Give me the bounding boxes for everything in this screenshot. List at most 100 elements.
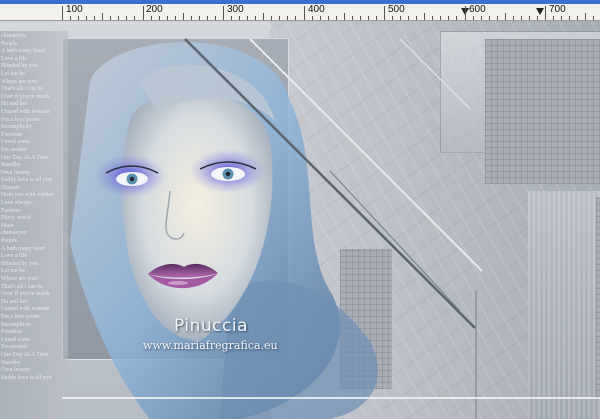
side-text-line: I'm a love poem: [1, 116, 40, 123]
ruler-tick: [199, 16, 200, 20]
ruler-tick: [231, 16, 232, 20]
watermark-name: Pinuccia: [174, 316, 248, 336]
ruler-tick: [529, 16, 530, 20]
ruler-tick: [239, 16, 240, 20]
ruler-tick: [263, 13, 264, 20]
side-text-line: Blinded by you: [1, 63, 38, 70]
side-text-line: Suddy love is all you: [1, 177, 52, 184]
side-text-line: Standby: [1, 359, 21, 366]
side-text-line: Incomplicity: [1, 124, 32, 131]
ruler-tick: [336, 16, 337, 20]
side-text-line: Dizzy world: [1, 215, 31, 222]
ruler-tick: [167, 16, 168, 20]
side-text-line: Over if you're much: [1, 93, 50, 100]
side-text-line: I'm around: [1, 146, 27, 153]
side-text-line: Where are you?: [1, 276, 39, 282]
ruler-tick: [312, 16, 313, 20]
ruler-tick: [577, 16, 578, 20]
side-text-line: Where are you?: [1, 78, 39, 85]
ruler-tick: [400, 16, 401, 20]
side-text-line: Main: [1, 222, 14, 229]
side-text-line: Despair: [1, 184, 20, 191]
side-text-line: Own beauty: [1, 169, 31, 176]
ruler-tick: [143, 6, 144, 20]
horizontal-ruler[interactable]: 100 200 300 400 500 600 700: [0, 4, 600, 21]
side-text-line: Love always: [1, 200, 32, 207]
side-text-line: I need some: [1, 336, 30, 343]
side-text-line: A hath many heart: [1, 48, 46, 55]
side-text-line: One Day At A Time: [1, 351, 49, 358]
side-text-line: Incomplicity: [1, 321, 32, 328]
ruler-tick: [593, 16, 594, 20]
side-text-column: chimaeyez People A hath many heart Love a l…: [0, 31, 68, 419]
ruler-tick: [255, 16, 256, 20]
ruler-tick: [481, 16, 482, 20]
ruler-tick: [126, 16, 127, 20]
ruler-tick: [513, 16, 514, 20]
ruler-tick: [134, 16, 135, 20]
side-text-line: I'm around: [1, 344, 27, 351]
ruler-tick: [585, 13, 586, 20]
ruler-tick: [448, 16, 449, 20]
side-text-line: Ha and her: [1, 298, 28, 305]
ruler-tick: [183, 13, 184, 20]
side-text-line: Blinded by you: [1, 260, 38, 267]
watermark-url: www.mariafregrafica.eu: [143, 339, 278, 352]
side-text-line: That's all i can be: [1, 86, 44, 93]
side-text-line: People: [1, 238, 18, 245]
ruler-position-marker-icon[interactable]: [536, 8, 544, 15]
ruler-tick: [360, 16, 361, 20]
ruler-tick: [344, 13, 345, 20]
side-text-line: Ha and her: [1, 101, 28, 108]
ruler-tick: [424, 13, 425, 20]
side-text-line: Hold you with wishes: [1, 192, 54, 199]
ruler-tick: [521, 16, 522, 20]
image-canvas[interactable]: chimaeyez People A hath many heart Love a l…: [0, 21, 600, 419]
ruler-tick: [352, 16, 353, 20]
side-text-line: Let me be: [1, 70, 25, 77]
ruler-label-300: 300: [227, 4, 244, 15]
ruler-tick: [151, 16, 152, 20]
side-text-line: Suddy love is all you: [1, 374, 52, 381]
ruler-label-200: 200: [146, 4, 163, 15]
ruler-tick: [304, 6, 305, 20]
ruler-label-700: 700: [549, 4, 566, 15]
ruler-tick: [295, 16, 296, 20]
ruler-tick: [62, 6, 63, 20]
side-text-line: I'm a love poem: [1, 313, 40, 320]
ruler-tick: [223, 6, 224, 20]
decor-horizontal-rule: [62, 397, 600, 399]
ruler-tick: [473, 16, 474, 20]
ruler-tick: [561, 16, 562, 20]
ruler-tick: [94, 16, 95, 20]
ruler-tick: [215, 16, 216, 20]
ruler-tick: [376, 16, 377, 20]
ruler-tick: [159, 16, 160, 20]
ruler-tick: [78, 16, 79, 20]
ruler-tick: [102, 13, 103, 20]
ruler-tick: [537, 16, 538, 20]
ruler-tick: [432, 16, 433, 20]
ruler-tick: [287, 16, 288, 20]
side-text-line: Crazed with woman: [1, 306, 50, 313]
ruler-tick: [86, 16, 87, 20]
ruler-tick: [328, 16, 329, 20]
side-text-line: Over if you're much: [1, 291, 50, 298]
ruler-tick: [440, 16, 441, 20]
side-text-line: Freedom: [1, 329, 23, 336]
ruler-tick: [320, 16, 321, 20]
ruler-tick: [569, 16, 570, 20]
side-text-line: chimaeyez: [1, 33, 27, 39]
side-text-line: Own beauty: [1, 367, 31, 374]
side-text-line: One Day At A Time: [1, 154, 49, 161]
ruler-tick: [110, 16, 111, 20]
ruler-tick: [392, 16, 393, 20]
ruler-tick: [247, 16, 248, 20]
ruler-tick: [456, 16, 457, 20]
side-text-line: Standby: [1, 162, 21, 169]
ruler-tick: [271, 16, 272, 20]
side-text-line: chimaeyez: [1, 230, 27, 237]
ruler-tick: [416, 16, 417, 20]
ruler-tick: [384, 6, 385, 20]
side-text-line: Fashion: [1, 207, 21, 214]
